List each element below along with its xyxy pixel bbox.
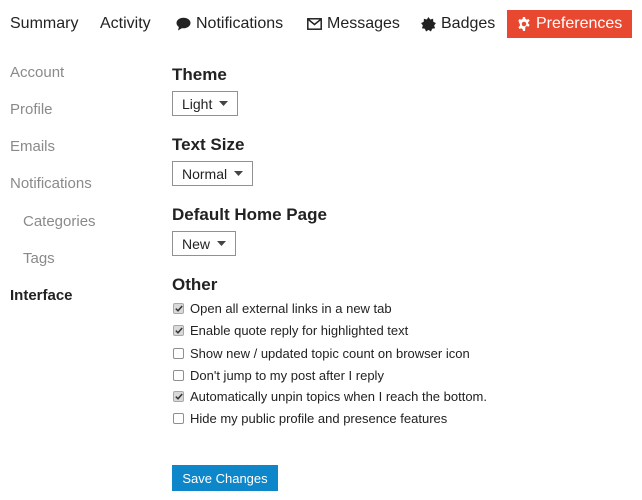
other-heading: Other (172, 275, 218, 294)
theme-heading: Theme (172, 65, 227, 84)
hide-profile-checkbox[interactable] (173, 412, 184, 424)
option-quote-reply: Enable quote reply for highlighted text (173, 321, 408, 339)
quote-reply-checkbox[interactable] (173, 324, 184, 336)
default-home-page-select[interactable]: New (172, 231, 237, 256)
text-size-heading: Text Size (172, 135, 245, 154)
sidebar-item-interface[interactable]: Interface (10, 287, 73, 304)
option-auto-unpin: Automatically unpin topics when I reach … (173, 387, 487, 405)
option-label: Enable quote reply for highlighted text (190, 322, 409, 338)
tab-messages-label: Messages (327, 15, 400, 32)
option-label: Show new / updated topic count on browse… (190, 345, 470, 361)
user-nav-tabs: Summary Activity Notifications Messages … (0, 0, 642, 48)
tab-badges[interactable]: Badges (421, 10, 495, 38)
save-changes-button[interactable]: Save Changes (172, 465, 278, 491)
tab-summary[interactable]: Summary (10, 10, 78, 38)
sidebar-item-account[interactable]: Account (10, 64, 64, 81)
tab-preferences[interactable]: Preferences (507, 10, 633, 38)
tab-notifications[interactable]: Notifications (176, 10, 283, 38)
sidebar-item-categories[interactable]: Categories (23, 213, 96, 230)
tab-notifications-label: Notifications (196, 15, 284, 32)
speech-bubble-icon (176, 17, 191, 31)
caret-down-icon (219, 101, 229, 106)
topic-count-checkbox[interactable] (173, 347, 184, 359)
envelope-icon (307, 18, 322, 30)
sidebar-item-tags[interactable]: Tags (23, 250, 55, 267)
dont-jump-checkbox[interactable] (173, 369, 184, 381)
caret-down-icon (217, 241, 227, 246)
option-external-links: Open all external links in a new tab (173, 299, 392, 317)
option-label: Automatically unpin topics when I reach … (190, 388, 487, 404)
option-label: Hide my public profile and presence feat… (190, 410, 448, 426)
theme-select[interactable]: Light (172, 91, 239, 116)
tab-messages[interactable]: Messages (307, 10, 400, 38)
sidebar-item-notifications[interactable]: Notifications (10, 175, 92, 192)
sidebar-item-profile[interactable]: Profile (10, 101, 53, 118)
sidebar-item-emails[interactable]: Emails (10, 138, 55, 155)
tab-summary-label: Summary (10, 15, 79, 32)
option-label: Open all external links in a new tab (190, 300, 392, 316)
option-topic-count-icon: Show new / updated topic count on browse… (173, 344, 470, 362)
checkmark-icon (174, 393, 183, 400)
tab-preferences-label: Preferences (536, 15, 623, 32)
option-hide-profile: Hide my public profile and presence feat… (173, 409, 447, 427)
tab-activity-label: Activity (100, 15, 151, 32)
default-home-page-heading: Default Home Page (172, 205, 327, 224)
text-size-select-value: Normal (182, 165, 228, 182)
option-dont-jump: Don't jump to my post after I reply (173, 366, 384, 384)
theme-select-value: Light (182, 95, 213, 112)
option-label: Don't jump to my post after I reply (190, 367, 384, 383)
badge-icon (421, 16, 436, 32)
tab-activity[interactable]: Activity (100, 10, 151, 38)
checkmark-icon (174, 305, 183, 312)
default-home-page-select-value: New (182, 235, 211, 252)
auto-unpin-checkbox[interactable] (173, 390, 184, 402)
external-links-checkbox[interactable] (173, 302, 184, 314)
checkmark-icon (174, 327, 183, 334)
caret-down-icon (234, 171, 244, 176)
tab-badges-label: Badges (441, 15, 496, 32)
gear-icon (517, 17, 531, 31)
text-size-select[interactable]: Normal (172, 161, 254, 186)
